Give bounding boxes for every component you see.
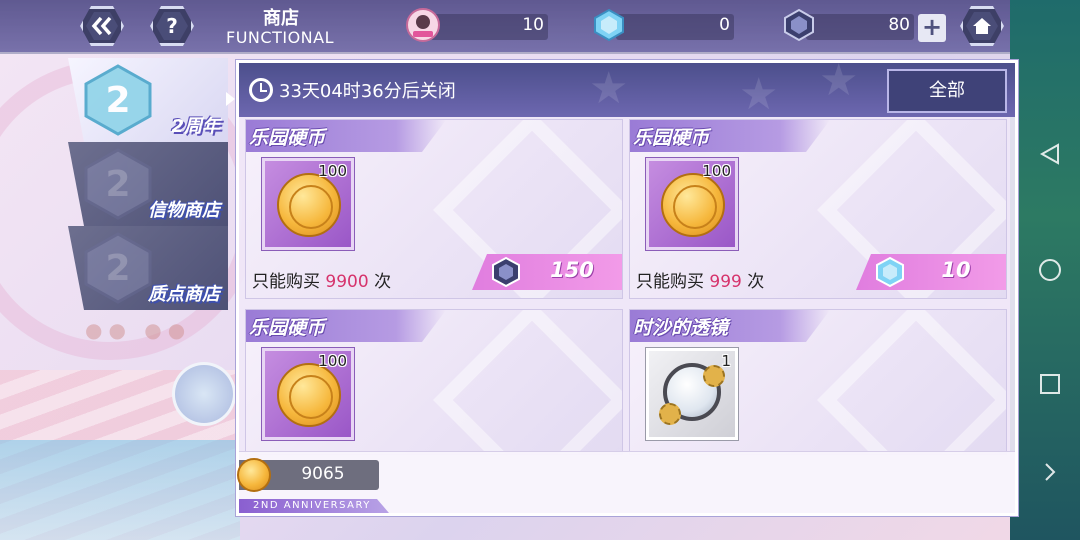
purchase-limit: 只能购买 9900 次 xyxy=(252,272,392,292)
currency-character: 10 xyxy=(404,8,548,42)
currency-crystal: 0 xyxy=(590,8,734,42)
tab-token-shop-label: 信物商店 xyxy=(148,200,220,221)
character-badge-icon xyxy=(404,6,442,44)
gold-coin-icon xyxy=(661,173,725,237)
timer-text: 33天04时36分后关闭 xyxy=(279,81,456,102)
currency-gem: 80 xyxy=(780,8,914,42)
shop-panel: ★ ★ ★ 33天04时36分后关闭 全部 乐园硬币 100 只能购买 9900… xyxy=(236,60,1018,516)
item-quantity: 100 xyxy=(318,162,347,180)
blue-crystal-icon xyxy=(590,6,628,44)
dark-gem-icon xyxy=(492,256,520,288)
item-price: 10 xyxy=(941,258,971,282)
gold-coin-icon xyxy=(237,458,271,492)
panel-header: ★ ★ ★ 33天04时36分后关闭 全部 xyxy=(239,63,1015,117)
dark-gem-icon xyxy=(780,6,818,44)
background-footprints: ●● ●● xyxy=(85,318,192,342)
background-circle xyxy=(172,362,236,426)
currency-crystal-value: 0 xyxy=(719,15,730,35)
svg-text:2: 2 xyxy=(105,248,130,289)
item-icon-frame: 100 xyxy=(262,348,354,440)
clock-icon xyxy=(249,78,273,102)
buy-button[interactable]: 150 xyxy=(472,254,622,290)
tab-point-shop-label: 质点商店 xyxy=(148,284,220,305)
gold-coin-icon xyxy=(277,363,341,427)
nav-back-button[interactable] xyxy=(1036,140,1064,168)
double-chevron-left-icon xyxy=(91,16,112,36)
item-name: 乐园硬币 xyxy=(633,127,710,149)
filter-all-button[interactable]: 全部 xyxy=(887,69,1007,113)
shop-timer: 33天04时36分后关闭 xyxy=(249,76,456,104)
item-name: 乐园硬币 xyxy=(249,127,326,149)
limit-count: 999 xyxy=(709,272,742,292)
tab-anniversary-label: 2周年 xyxy=(171,116,220,137)
nav-recents-button[interactable] xyxy=(1036,370,1064,398)
item-price: 150 xyxy=(550,258,594,282)
gold-coin-icon xyxy=(277,173,341,237)
active-tab-indicator xyxy=(226,92,235,106)
chevron-right-icon xyxy=(1045,463,1056,481)
item-icon-frame: 100 xyxy=(262,158,354,250)
item-icon-frame: 100 xyxy=(646,158,738,250)
anniversary-emblem-icon: 2 xyxy=(84,64,152,136)
home-button[interactable] xyxy=(960,6,1004,46)
shop-item-card[interactable]: 乐园硬币 100 只能购买 999 次 10 xyxy=(629,119,1007,299)
background-water xyxy=(0,440,240,540)
item-quantity: 1 xyxy=(721,352,731,370)
top-bar: ? 商店 FUNCTIONAL 10 0 80 + xyxy=(0,0,1010,54)
anniversary-emblem-icon: 2 xyxy=(84,232,152,304)
anniversary-emblem-icon: 2 xyxy=(84,148,152,220)
tab-anniversary[interactable]: 2 2周年 xyxy=(68,58,228,142)
back-button[interactable] xyxy=(80,6,124,46)
panel-footer: 9065 2ND ANNIVERSARY xyxy=(237,451,1015,513)
shop-item-card[interactable]: 乐园硬币 100 xyxy=(245,309,623,455)
shop-item-card[interactable]: 乐园硬币 100 只能购买 9900 次 150 xyxy=(245,119,623,299)
currency-gem-value: 80 xyxy=(888,15,910,35)
currency-character-value: 10 xyxy=(522,15,544,35)
coin-balance: 9065 xyxy=(237,458,379,492)
limit-count: 9900 xyxy=(325,272,369,292)
square-recents-icon xyxy=(1040,374,1060,394)
tab-token-shop[interactable]: 2 信物商店 xyxy=(68,142,228,226)
page-title: 商店 xyxy=(263,8,299,29)
coin-balance-value: 9065 xyxy=(301,464,345,484)
item-quantity: 100 xyxy=(318,352,347,370)
help-button[interactable]: ? xyxy=(150,6,194,46)
blue-crystal-icon xyxy=(876,256,904,288)
help-label: ? xyxy=(166,14,178,38)
buy-button[interactable]: 10 xyxy=(856,254,1006,290)
nav-expand-button[interactable] xyxy=(1036,458,1064,486)
svg-text:2: 2 xyxy=(105,80,130,121)
item-name: 时沙的透镜 xyxy=(633,317,729,339)
nav-home-button[interactable] xyxy=(1036,256,1064,284)
item-icon-frame: 1 xyxy=(646,348,738,440)
purchase-limit: 只能购买 999 次 xyxy=(636,272,765,292)
triangle-back-icon xyxy=(1039,143,1059,165)
item-name: 乐园硬币 xyxy=(249,317,326,339)
shop-item-card[interactable]: 时沙的透镜 1 xyxy=(629,309,1007,455)
svg-text:2: 2 xyxy=(105,164,130,205)
page-subtitle: FUNCTIONAL xyxy=(226,28,334,47)
home-icon xyxy=(973,18,991,34)
add-currency-button[interactable]: + xyxy=(918,14,946,42)
circle-home-icon xyxy=(1039,259,1061,281)
tab-point-shop[interactable]: 2 质点商店 xyxy=(68,226,228,310)
item-quantity: 100 xyxy=(702,162,731,180)
anniversary-banner: 2ND ANNIVERSARY xyxy=(239,499,389,513)
